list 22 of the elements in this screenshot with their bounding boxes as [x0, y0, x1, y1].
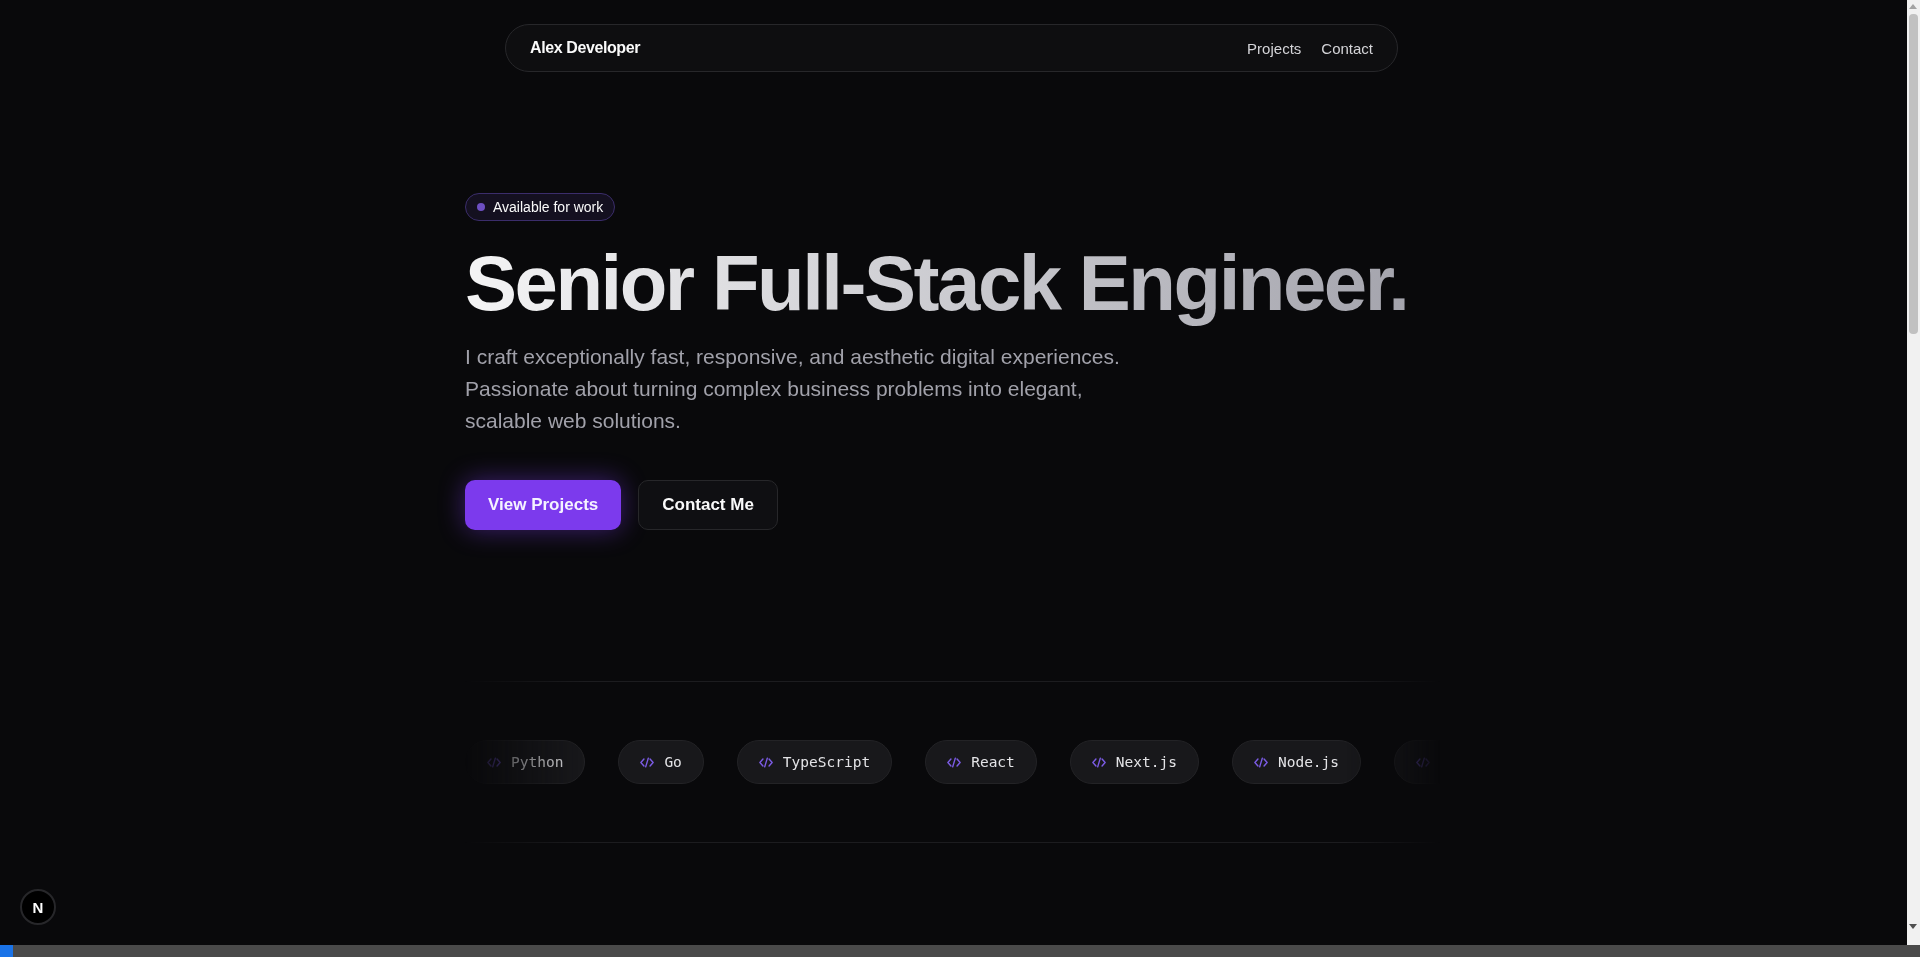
nav-link[interactable]: Projects [1247, 39, 1302, 57]
code-icon [1091, 756, 1106, 768]
brand-name[interactable]: Alex Developer [530, 39, 640, 57]
code-icon [487, 756, 501, 768]
view-projects-button[interactable]: View Projects [465, 479, 622, 530]
code-icon [947, 756, 962, 768]
dev-tools-button[interactable]: N [20, 889, 56, 925]
tech-chip: TypeScript [736, 740, 893, 784]
code-icon [1253, 756, 1268, 768]
horizontal-scrollbar[interactable] [0, 945, 1920, 957]
code-icon [1416, 756, 1431, 768]
tech-chip: Next.js [1069, 740, 1199, 784]
tech-chip: Node.js [1231, 740, 1362, 784]
nav-link[interactable]: Contact [1321, 39, 1373, 57]
vertical-scrollbar[interactable] [1907, 0, 1920, 945]
contact-button[interactable]: Contact Me [638, 479, 778, 530]
hero-description: I craft exceptionally fast, responsive, and aesthetic digital experiences. Passionate about turning complex business problems into elegant, scalable web solutions. [465, 343, 1121, 434]
code-icon [758, 756, 773, 768]
tech-chip: Go [618, 740, 704, 784]
code-icon [640, 756, 655, 768]
tech-chip: React [925, 740, 1037, 784]
badge-label: Available for work [493, 199, 604, 215]
